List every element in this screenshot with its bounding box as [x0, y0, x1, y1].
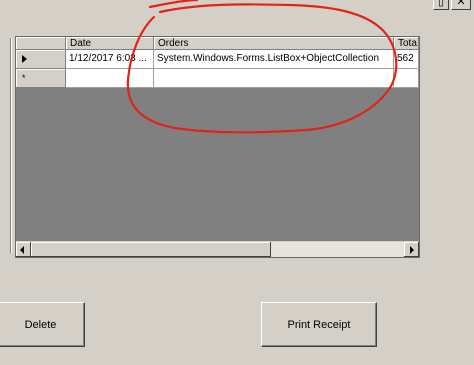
new-row-selector[interactable]: * [16, 69, 66, 88]
column-header-date[interactable]: Date [66, 37, 154, 50]
scroll-right-button[interactable] [404, 242, 419, 257]
delete-button[interactable]: Delete [0, 302, 85, 347]
restore-icon: ▯ [437, 0, 445, 8]
column-header-total[interactable]: Tota [394, 37, 419, 50]
close-icon: ✕ [456, 0, 466, 8]
cell-orders[interactable]: System.Windows.Forms.ListBox+ObjectColle… [154, 50, 394, 69]
close-button[interactable]: ✕ [451, 0, 471, 10]
left-panel-edge [0, 38, 11, 253]
table-row[interactable]: 1/12/2017 6:03 ... System.Windows.Forms.… [16, 50, 419, 69]
new-row[interactable]: * [16, 69, 419, 88]
scroll-left-button[interactable] [16, 242, 31, 257]
new-row-asterisk-icon: * [22, 73, 26, 83]
new-cell-date[interactable] [66, 69, 154, 88]
new-cell-orders[interactable] [154, 69, 394, 88]
orders-datagridview[interactable]: Date Orders Tota 1/12/2017 6:03 ... Syst… [15, 36, 420, 258]
column-header-orders[interactable]: Orders [154, 37, 394, 50]
cell-date[interactable]: 1/12/2017 6:03 ... [66, 50, 154, 69]
row-header-corner [16, 37, 66, 50]
scroll-right-icon [410, 246, 414, 254]
print-receipt-button[interactable]: Print Receipt [261, 302, 377, 347]
row-selector[interactable] [16, 50, 66, 69]
horizontal-scrollbar[interactable] [16, 241, 419, 257]
scroll-left-icon [20, 246, 24, 254]
current-row-arrow-icon [22, 55, 27, 63]
cell-total[interactable]: 562 [394, 50, 419, 69]
new-cell-total[interactable] [394, 69, 419, 88]
restore-button[interactable]: ▯ [433, 0, 449, 10]
scroll-thumb[interactable] [31, 242, 271, 257]
